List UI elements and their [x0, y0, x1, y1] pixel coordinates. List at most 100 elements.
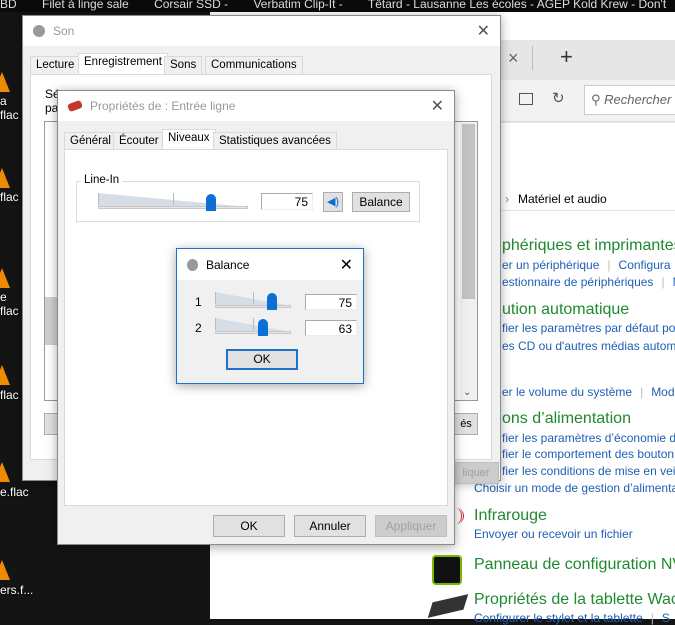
search-placeholder: Rechercher	[604, 92, 672, 107]
cancel-button[interactable]: Annuler	[294, 515, 366, 537]
level-value-field[interactable]: 75	[261, 193, 313, 210]
link[interactable]: fier les paramètres d’économie d	[502, 431, 675, 445]
link[interactable]: fier les conditions de mise en veil	[502, 464, 675, 478]
scrollbar[interactable]: ⌄	[460, 122, 477, 400]
file-label: ers.f...	[0, 583, 34, 597]
section-title[interactable]: ution automatique	[502, 301, 629, 319]
line-in-volume-slider[interactable]	[98, 193, 248, 211]
properties-titlebar: Propriétés de : Entrée ligne ✕	[58, 91, 454, 121]
line-in-icon	[67, 99, 83, 113]
channel-1-value[interactable]: 75	[305, 294, 357, 310]
vlc-file-icon[interactable]	[0, 268, 10, 290]
dialog-title: Balance	[206, 257, 250, 272]
link[interactable]: Mod	[651, 385, 674, 399]
speaker-icon	[33, 25, 45, 37]
apply-button[interactable]: Appliquer	[375, 515, 447, 537]
search-input[interactable]: ⚲ Rechercher	[584, 85, 675, 115]
channel-1-slider[interactable]	[215, 292, 291, 310]
file-label: flac	[0, 388, 19, 402]
file-label: e.flac	[0, 485, 29, 499]
section-title[interactable]: phériques et imprimantes	[502, 237, 675, 255]
link-row: er un périphérique | Configura	[502, 258, 671, 272]
vlc-file-icon[interactable]	[0, 72, 10, 94]
ok-button[interactable]: OK	[226, 349, 298, 370]
scrollbar-thumb[interactable]	[462, 124, 475, 299]
link[interactable]: Configura	[619, 258, 671, 272]
channel-2-value[interactable]: 63	[305, 320, 357, 336]
section-title[interactable]: ons d’alimentation	[502, 410, 631, 428]
breadcrumb-chevron-icon: ›	[505, 192, 509, 206]
link-row: er le volume du système | Mod	[502, 385, 675, 399]
balance-button[interactable]: Balance	[352, 192, 410, 212]
tab-enregistrement[interactable]: Enregistrement	[78, 53, 168, 74]
link[interactable]: es CD ou d'autres médias autom	[502, 339, 675, 353]
nvidia-icon	[432, 555, 462, 585]
list-item-selected[interactable]	[45, 297, 57, 345]
close-icon[interactable]: ✕	[477, 21, 490, 41]
channel-label: 1	[195, 295, 202, 309]
dialog-title: Son	[53, 24, 75, 38]
link-row: estionnaire de périphériques|M	[502, 275, 675, 289]
tab-sons[interactable]: Sons	[164, 56, 203, 74]
close-icon[interactable]: ✕	[340, 255, 353, 275]
link[interactable]: Envoyer ou recevoir un fichier	[474, 527, 633, 541]
slider-thumb[interactable]	[257, 319, 268, 336]
link[interactable]: estionnaire de périphériques	[502, 275, 653, 289]
mute-toggle-speaker-icon[interactable]: ◀)	[323, 192, 343, 212]
tab-general[interactable]: Général	[64, 132, 117, 150]
link-row: Configurer le stylet et la tablette | S	[474, 611, 670, 625]
vlc-file-icon[interactable]	[0, 462, 10, 484]
link[interactable]: S	[662, 611, 670, 625]
file-label: e	[0, 290, 7, 304]
close-tab-icon[interactable]: ×	[508, 48, 519, 69]
link[interactable]: er un périphérique	[502, 258, 599, 272]
link[interactable]: fier le comportement des bouton	[502, 447, 674, 461]
refresh-icon[interactable]: ↻	[552, 89, 565, 107]
ok-button[interactable]: OK	[213, 515, 285, 537]
chevron-down-icon[interactable]: ⌄	[463, 387, 471, 398]
new-tab-icon[interactable]: +	[560, 44, 573, 70]
section-title[interactable]: Propriétés de la tablette Wac	[474, 591, 675, 609]
taskbar-item[interactable]: Filet à linge sale	[42, 0, 129, 11]
breadcrumb[interactable]: Matériel et audio	[518, 192, 607, 206]
channel-label: 2	[195, 321, 202, 335]
close-icon[interactable]: ✕	[431, 96, 444, 116]
taskbar-item[interactable]: Verbatim Clip-It -	[253, 0, 342, 11]
tab-communications[interactable]: Communications	[205, 56, 303, 74]
properties-button[interactable]: és	[454, 413, 478, 435]
file-label: flac	[0, 190, 19, 204]
sound-dialog-titlebar: Son ✕	[23, 16, 500, 46]
taskbar-item[interactable]: Corsair SSD -	[154, 0, 228, 11]
divider	[532, 46, 533, 70]
slider-thumb[interactable]	[267, 293, 277, 310]
file-label: flac	[0, 304, 19, 318]
reading-view-icon[interactable]	[519, 93, 533, 105]
balance-dialog: Balance ✕ 1 75 2 63 OK	[176, 248, 364, 384]
file-label: a	[0, 94, 7, 108]
vlc-file-icon[interactable]	[0, 560, 10, 582]
slider-thumb[interactable]	[205, 194, 216, 211]
vlc-file-icon[interactable]	[0, 168, 10, 190]
taskbar-item[interactable]: BD	[0, 0, 17, 11]
link[interactable]: Choisir un mode de gestion d’alimenta	[474, 481, 675, 495]
link[interactable]: Configurer le stylet et la tablette	[474, 611, 643, 625]
taskbar: BD Filet à linge sale Corsair SSD - Verb…	[0, 0, 675, 12]
channel-2-slider[interactable]	[215, 318, 291, 336]
group-label: Line-In	[81, 174, 123, 186]
tab-lecture[interactable]: Lecture	[30, 56, 81, 74]
taskbar-item[interactable]: Têtard - Lausanne Les écoles - AGEP Kold…	[368, 0, 666, 11]
apply-button[interactable]: liquer	[453, 462, 499, 484]
dialog-title: Propriétés de : Entrée ligne	[90, 99, 236, 113]
tab-ecouter[interactable]: Écouter	[113, 132, 165, 150]
balance-titlebar: Balance ✕	[177, 249, 363, 280]
tab-statistiques[interactable]: Statistiques avancées	[213, 132, 337, 150]
link[interactable]: er le volume du système	[502, 385, 632, 399]
link[interactable]: fier les paramètres par défaut pou	[502, 321, 675, 335]
section-title[interactable]: Infrarouge	[474, 507, 547, 525]
speaker-icon	[187, 258, 198, 271]
file-label: flac	[0, 108, 19, 122]
vlc-file-icon[interactable]	[0, 365, 10, 387]
search-icon: ⚲	[591, 92, 605, 107]
section-title[interactable]: Panneau de configuration NV	[474, 556, 675, 574]
tab-niveaux[interactable]: Niveaux	[162, 129, 216, 150]
